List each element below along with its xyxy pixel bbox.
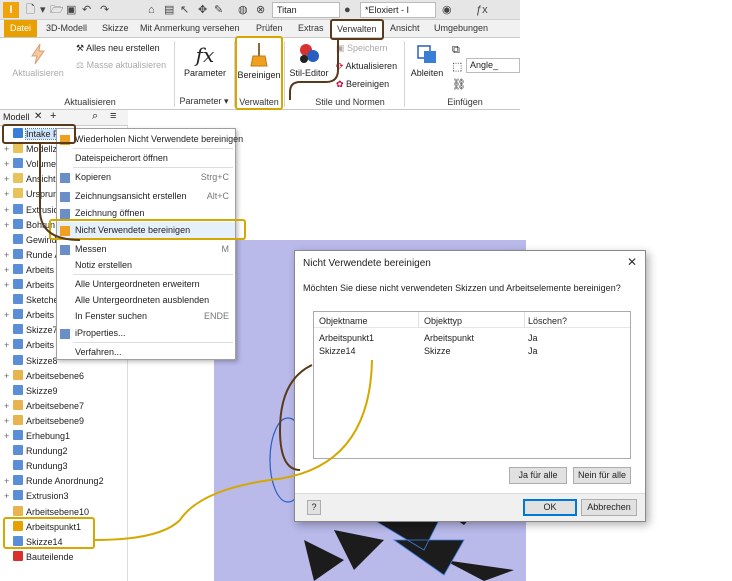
connector-dialog-rows: [94, 359, 373, 541]
annotation-connectors: [39, 40, 373, 541]
connector-dark: [278, 364, 313, 471]
connector-menu: [39, 144, 81, 241]
connector-tab: [289, 40, 339, 100]
